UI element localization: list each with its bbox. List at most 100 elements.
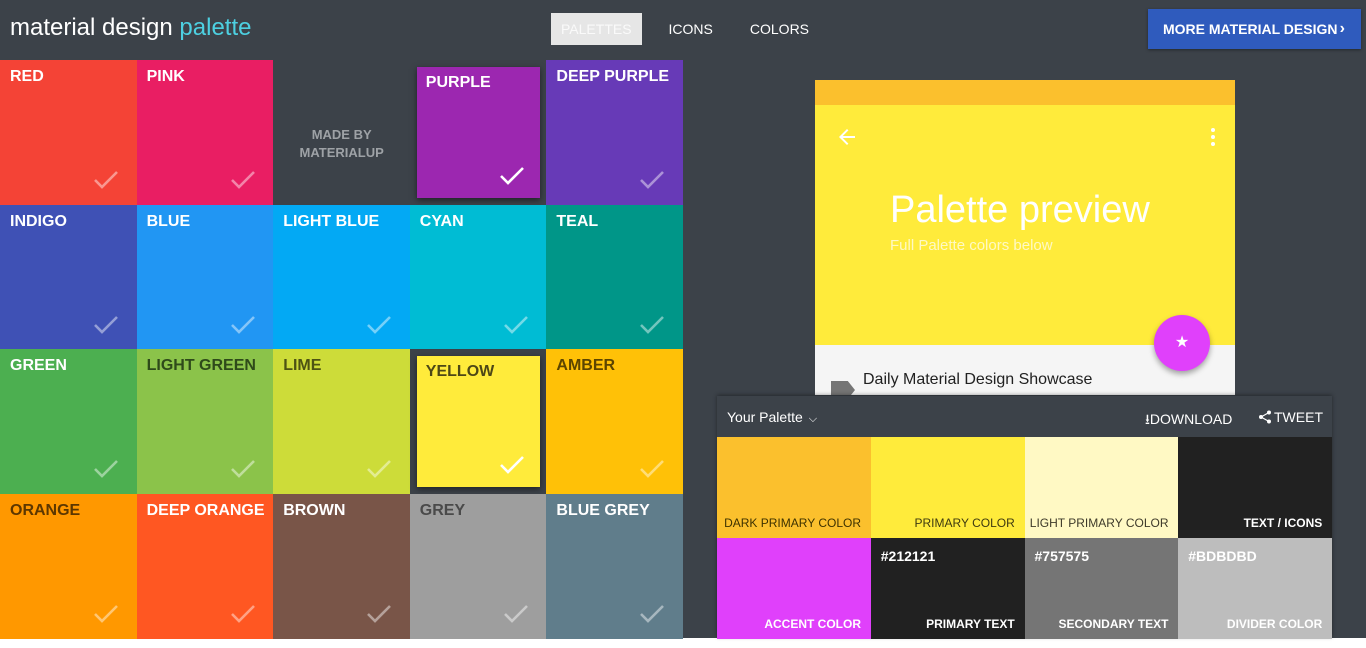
tab-colors[interactable]: COLORS [740,13,819,45]
check-icon [230,314,256,336]
tile-grey[interactable]: GREY [409,493,547,639]
header: material design palette PALETTES ICONS C… [0,0,1366,60]
swatch-label: LIGHT PRIMARY COLOR [1029,516,1169,530]
tile-name: LIME [283,357,322,375]
swatch-accent-color[interactable]: ACCENT COLOR [717,537,871,639]
check-icon [230,603,256,625]
tile-name: AMBER [556,357,616,375]
made-by-line: MATERIALUP [299,145,384,160]
arrow-back-icon [839,129,855,145]
tile-pink[interactable]: PINK [136,60,274,205]
swatch-label: TEXT / ICONS [1243,516,1323,530]
tile-made-by-materialup[interactable]: MADE BY MATERIALUP [273,60,411,205]
preview-title: Palette preview [890,189,1150,231]
tweet-label: TWEET [1274,409,1323,425]
tile-light-green[interactable]: LIGHT GREEN [136,349,274,495]
check-icon [93,458,119,480]
check-icon [366,458,392,480]
tile-cyan[interactable]: CYAN [409,204,547,350]
preview-subtitle: Full Palette colors below [890,237,1053,254]
label-icon [831,381,855,395]
tile-purple[interactable]: PURPLE [409,60,547,205]
share-icon [1259,410,1271,424]
swatch-hex: #BDBDBD [1188,547,1257,564]
chevron-right-icon: › [1339,20,1345,37]
check-icon [639,169,665,191]
tile-name: BROWN [283,501,346,519]
preview-list-text: Daily Material Design Showcase [863,371,1093,388]
tile-lime[interactable]: LIME [273,349,411,495]
color-grid: RED PINK MADE BY MATERIALUP PURPLE DEEP PURPL… [0,60,684,639]
logo-accent: palette [179,14,252,41]
more-material-design-button[interactable]: MORE MATERIAL DESIGN › [1148,9,1361,49]
tile-name: YELLOW [425,363,495,381]
check-icon [499,165,525,187]
palette-preview: Palette preview Full Palette colors belo… [815,80,1235,395]
page: material design palette PALETTES ICONS C… [0,0,1366,639]
swatch-secondary-text[interactable]: #757575 SECONDARY TEXT [1024,537,1179,639]
tab-icons[interactable]: ICONS [659,13,723,45]
swatch-label: DIVIDER COLOR [1226,616,1323,631]
preview-app-bar: Palette preview Full Palette colors belo… [815,105,1235,345]
preview-status-bar [815,80,1235,105]
logo[interactable]: material design palette [10,14,251,42]
your-palette-dropdown[interactable]: Your Palette ⌵ [727,409,817,426]
check-icon [503,603,529,625]
tile-name: CYAN [419,212,464,230]
tile-brown[interactable]: BROWN [273,493,411,639]
tile-teal[interactable]: TEAL [546,204,684,350]
tile-name: BLUE [146,212,191,230]
tile-yellow[interactable]: YELLOW [409,349,547,495]
tile-deep-purple[interactable]: DEEP PURPLE [546,60,684,205]
swatch-label: SECONDARY TEXT [1058,616,1169,631]
tile-light-blue[interactable]: LIGHT BLUE [273,204,411,350]
swatch-text-icons[interactable]: TEXT / ICONS [1178,437,1333,538]
tile-name: LIGHT GREEN [146,357,256,375]
check-icon [499,454,525,476]
check-icon [366,603,392,625]
swatch-primary-color[interactable]: PRIMARY COLOR [870,437,1025,538]
check-icon [230,169,256,191]
check-icon [639,603,665,625]
tile-orange[interactable]: ORANGE [0,493,137,639]
swatch-primary-text[interactable]: #212121 PRIMARY TEXT [870,537,1025,639]
check-icon [366,314,392,336]
your-palette-bar: Your Palette ⌵ ⭳DOWNLOAD TWEET [717,396,1332,437]
tile-blue-grey[interactable]: BLUE GREY [546,493,684,639]
tile-name: TEAL [556,212,599,230]
check-icon [93,603,119,625]
star-icon: ★ [1174,334,1190,351]
made-by-materialup-link[interactable]: MADE BY MATERIALUP [273,126,410,162]
tile-red[interactable]: RED [0,60,137,205]
tile-green[interactable]: GREEN [0,349,137,495]
your-palette-title: Your Palette [727,409,803,425]
tile-name: GREEN [10,357,67,375]
swatch-label: PRIMARY TEXT [926,616,1015,631]
tile-name: DEEP ORANGE [146,501,265,519]
swatch-dark-primary-color[interactable]: DARK PRIMARY COLOR [717,437,871,538]
tile-indigo[interactable]: INDIGO [0,204,137,350]
check-icon [230,458,256,480]
download-button[interactable]: ⭳DOWNLOAD [1145,409,1232,433]
more-material-design-label: MORE MATERIAL DESIGN [1163,21,1338,37]
swatch-label: DARK PRIMARY COLOR [724,516,861,530]
tab-palettes[interactable]: PALETTES [551,13,642,45]
swatch-hex: #757575 [1034,547,1090,564]
star-fab-button[interactable]: ★ [1154,315,1210,371]
swatch-light-primary-color[interactable]: LIGHT PRIMARY COLOR [1024,437,1179,538]
made-by-line: MADE BY [311,127,372,142]
tile-blue[interactable]: BLUE [136,204,274,350]
tweet-button[interactable]: TWEET [1258,409,1323,425]
swatch-divider-color[interactable]: #BDBDBD DIVIDER COLOR [1178,537,1333,639]
tile-name: PINK [146,68,185,85]
tile-amber[interactable]: AMBER [546,349,684,495]
tile-name: BLUE GREY [556,501,650,519]
tile-name: INDIGO [10,212,67,230]
swatch-hex: #212121 [880,547,936,564]
download-label: DOWNLOAD [1149,411,1233,427]
tile-deep-orange[interactable]: DEEP ORANGE [136,493,274,639]
swatch-label: PRIMARY COLOR [914,516,1015,530]
tile-name: ORANGE [10,501,81,519]
check-icon [639,314,665,336]
tile-name: DEEP PURPLE [556,68,670,85]
